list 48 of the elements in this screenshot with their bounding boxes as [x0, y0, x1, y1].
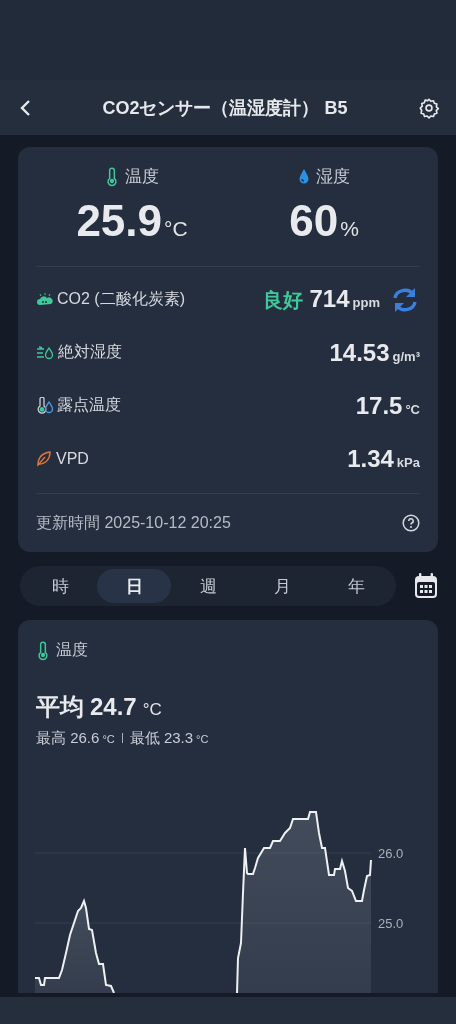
- reading-label: 湿度: [316, 166, 350, 188]
- help-button[interactable]: [402, 514, 420, 532]
- update-time: 更新時間 2025-10-12 20:25: [36, 512, 231, 533]
- metric-value: 17.5: [355, 391, 403, 420]
- period-tab[interactable]: 年: [319, 569, 393, 603]
- period-tab[interactable]: 月: [245, 569, 319, 603]
- unit-label: %: [340, 217, 359, 241]
- unit-label: kPa: [396, 454, 420, 470]
- thermometer-icon: [105, 166, 119, 187]
- settings-button[interactable]: [418, 96, 440, 119]
- unit-label: °C: [164, 217, 188, 241]
- leaf-icon: [36, 450, 52, 467]
- metric-label: 絶対湿度: [58, 342, 122, 362]
- average-value: 24.7: [90, 693, 137, 721]
- screen-title: CO2センサー（温湿度計） B5: [102, 96, 348, 120]
- metric-value: 14.53: [329, 338, 390, 367]
- unit-label: °C: [405, 401, 420, 417]
- refresh-button[interactable]: [390, 286, 420, 313]
- metric-label: VPD: [56, 449, 89, 468]
- period-tab[interactable]: 週: [171, 569, 245, 603]
- axis-label: 25.0: [378, 916, 404, 931]
- wind-drop-icon: [36, 344, 54, 361]
- reading-value: 60: [289, 196, 339, 246]
- metric-value: 1.34: [347, 444, 394, 473]
- period-tab[interactable]: 時: [23, 569, 97, 603]
- metric-label: CO2 (二酸化炭素): [57, 289, 185, 309]
- calendar-button[interactable]: [414, 573, 438, 599]
- min-value: 最低 23.3: [129, 729, 194, 748]
- unit-label: °C: [102, 733, 115, 745]
- axis-label: 26.0: [378, 846, 404, 861]
- unit-label: ppm: [352, 295, 380, 310]
- unit-label: g/m³: [392, 348, 420, 364]
- reading-label: 温度: [125, 166, 159, 188]
- water-drop-icon: [298, 168, 310, 185]
- metric-label: 露点温度: [57, 395, 121, 415]
- back-button[interactable]: [18, 97, 32, 118]
- average-label: 平均: [36, 692, 84, 722]
- metric-value: 714: [309, 285, 350, 313]
- unit-label: °C: [196, 733, 209, 745]
- chart-title: 温度: [56, 640, 88, 660]
- unit-label: °C: [142, 700, 162, 720]
- reading-value: 25.9: [76, 196, 163, 246]
- period-tab[interactable]: 日: [97, 569, 171, 603]
- thermometer-drop-icon: [36, 396, 53, 415]
- thermometer-icon: [36, 640, 50, 661]
- cloud-icon: [36, 292, 53, 307]
- max-value: 最高 26.6: [36, 729, 100, 748]
- status-label: 良好: [262, 288, 303, 313]
